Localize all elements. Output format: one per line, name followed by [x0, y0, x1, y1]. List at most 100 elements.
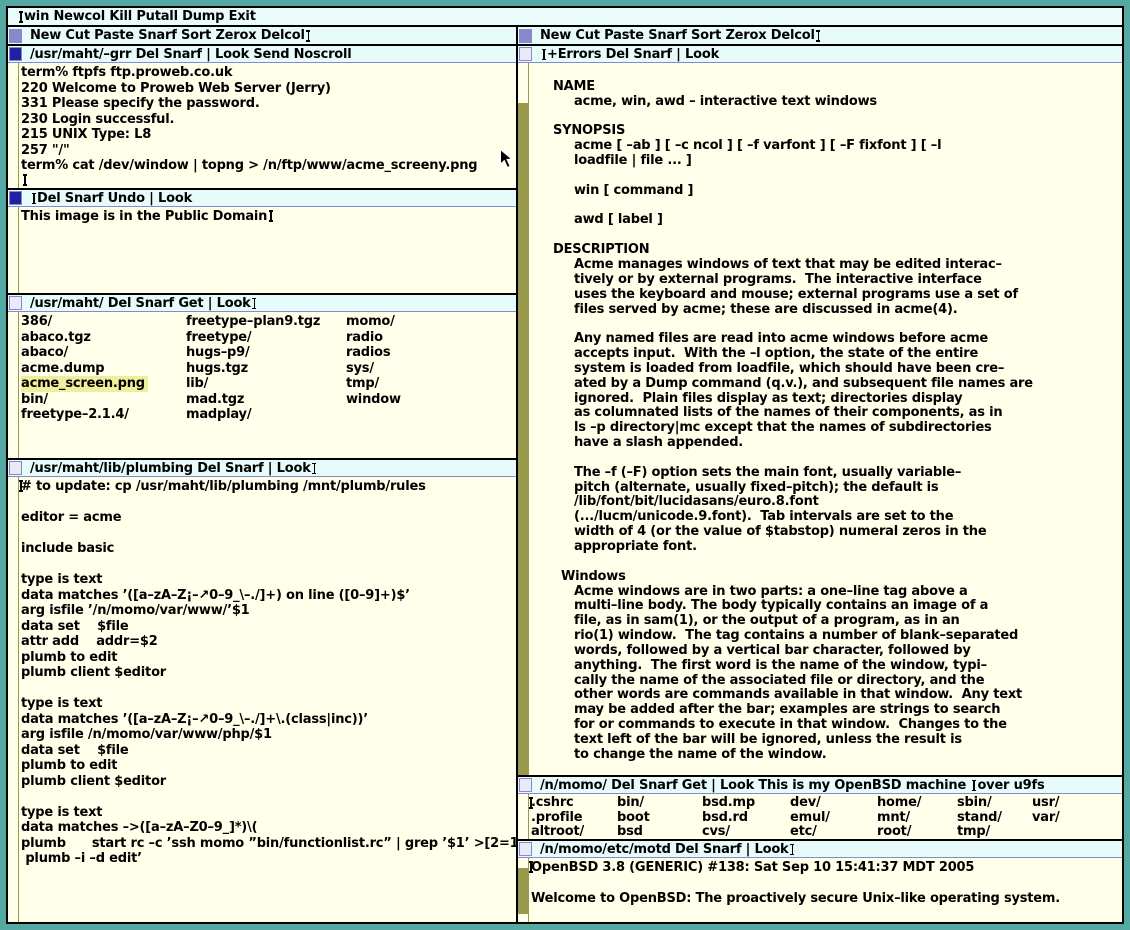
text-line: tmp/ — [346, 376, 401, 392]
window-terminal: /usr/maht/–grr Del Snarf | Look Send Nos… — [8, 44, 516, 188]
text-line: accepts input. With the –l option, the s… — [531, 347, 1122, 362]
acme-screen: win Newcol Kill Putall Dump Exit New Cut… — [0, 0, 1130, 930]
directory-listing[interactable]: 386/abaco.tgzabaco/acme.dumpacme_screen.… — [19, 312, 516, 458]
listing-column[interactable]: bsd.mpbsd.rdcvs/ — [702, 796, 790, 839]
scrollbar[interactable] — [8, 312, 19, 458]
text-line: appropriate font. — [531, 540, 1122, 555]
text-line: acme_screen.png — [21, 376, 148, 392]
plumbing-rules-text[interactable]: # to update: cp /usr/maht/lib/plumbing /… — [19, 477, 516, 922]
tag-text[interactable]: +Errors Del Snarf | Look — [547, 47, 719, 62]
listing-column[interactable]: .cshrc.profilealtroot/ — [531, 796, 617, 839]
scrollbar-thumb[interactable] — [518, 63, 528, 103]
window-public-domain-note: Del Snarf Undo | Look This image is in t… — [8, 188, 516, 293]
listing-column[interactable]: freetype–plan9.tgzfreetype/hugs–p9/hugs.… — [186, 314, 346, 458]
text-line: usr/ — [1032, 796, 1060, 811]
text-caret — [970, 779, 977, 792]
terminal-tag[interactable]: /usr/maht/–grr Del Snarf | Look Send Nos… — [8, 46, 516, 63]
scrollbar[interactable] — [8, 477, 19, 922]
note-text[interactable]: This image is in the Public Domain — [19, 207, 516, 293]
text-line: radio — [346, 330, 401, 346]
text-line: data set $file — [21, 619, 516, 635]
text-line: lib/ — [186, 376, 346, 392]
text-line: as columnated lists of the names of thei… — [531, 406, 1122, 421]
text-line: attr add addr=$2 — [21, 634, 516, 650]
window-errors-manpage: +Errors Del Snarf | Look NAMEacme, win, … — [518, 44, 1122, 775]
text-line: var/ — [1032, 811, 1060, 826]
drag-box-clean[interactable] — [9, 461, 22, 475]
scrollbar[interactable] — [8, 207, 19, 293]
text-line: term% cat /dev/window | topng > /n/ftp/w… — [21, 158, 516, 174]
text-line: acme [ –ab ] [ –c ncol ] [ –f varfont ] … — [531, 139, 1122, 154]
manpage-text[interactable]: NAMEacme, win, awd – interactive text wi… — [529, 63, 1122, 775]
text-line — [531, 65, 1122, 80]
listing-column[interactable]: momo/radioradiossys/tmp/window — [346, 314, 401, 458]
momo-tag[interactable]: /n/momo/ Del Snarf Get | Look This is my… — [518, 777, 1122, 794]
column-drag-box[interactable] — [519, 29, 532, 43]
tag-text[interactable]: Del Snarf Undo | Look — [37, 191, 192, 206]
text-line — [21, 495, 516, 511]
directory-listing[interactable]: .cshrc.profilealtroot/ bin/bootbsd bsd.m… — [529, 794, 1122, 839]
errors-tag[interactable]: +Errors Del Snarf | Look — [518, 46, 1122, 63]
column-commands[interactable]: New Cut Paste Snarf Sort Zerox Delcol — [30, 28, 305, 43]
motd-tag[interactable]: /n/momo/etc/motd Del Snarf | Look — [518, 841, 1122, 858]
text-line: madplay/ — [186, 407, 346, 423]
terminal-output[interactable]: term% ftpfs ftp.proweb.co.uk220 Welcome … — [19, 63, 516, 188]
text-line: The –f (–F) option sets the main font, u… — [531, 466, 1122, 481]
text-line: sys/ — [346, 361, 401, 377]
text-line: radios — [346, 345, 401, 361]
tag-text[interactable]: /usr/maht/–grr Del Snarf | Look Send Nos… — [30, 47, 352, 62]
motd-text[interactable]: OpenBSD 3.8 (GENERIC) #138: Sat Sep 10 1… — [529, 858, 1122, 922]
text-line — [531, 199, 1122, 214]
listing-column[interactable]: home/mnt/root/ — [877, 796, 957, 839]
listing-column[interactable]: bin/bootbsd — [617, 796, 702, 839]
main-menu-tag[interactable]: win Newcol Kill Putall Dump Exit — [8, 8, 1122, 25]
text-line: etc/ — [790, 825, 877, 839]
text-line: pitch (alternate, usually fixed–pitch); … — [531, 481, 1122, 496]
text-line: acme.dump — [21, 361, 186, 377]
drag-box-dirty[interactable] — [9, 191, 22, 205]
columns: New Cut Paste Snarf Sort Zerox Delcol /u… — [8, 25, 1122, 922]
listing-column[interactable]: sbin/stand/tmp/ — [957, 796, 1032, 839]
main-menu-commands[interactable]: win Newcol Kill Putall Dump Exit — [24, 9, 256, 25]
drag-box-clean[interactable] — [519, 842, 532, 856]
text-line: 257 "/" — [21, 143, 516, 159]
text-line: files served by acme; these are discusse… — [531, 303, 1122, 318]
scrollbar[interactable] — [518, 63, 529, 775]
text-line — [531, 555, 1122, 570]
drag-box-clean[interactable] — [519, 47, 532, 61]
plumbing-tag[interactable]: /usr/maht/lib/plumbing Del Snarf | Look — [8, 460, 516, 477]
column-commands[interactable]: New Cut Paste Snarf Sort Zerox Delcol — [540, 28, 815, 43]
tag-text[interactable]: over u9fs — [977, 778, 1044, 793]
text-line: type is text — [21, 805, 516, 821]
text-line — [21, 681, 516, 697]
text-line: NAME — [531, 80, 1122, 95]
column-right: New Cut Paste Snarf Sort Zerox Delcol +E… — [518, 27, 1122, 922]
text-line: system is loaded from loadfile, which sh… — [531, 362, 1122, 377]
tag-text[interactable]: /usr/maht/ Del Snarf Get | Look — [30, 296, 251, 311]
text-line: acme, win, awd – interactive text window… — [531, 95, 1122, 110]
text-line — [21, 526, 516, 542]
text-line: may be added after the bar; examples are… — [531, 703, 1122, 718]
text-line: rio(1) window. The tag contains a number… — [531, 629, 1122, 644]
listing-column[interactable]: 386/abaco.tgzabaco/acme.dumpacme_screen.… — [21, 314, 186, 458]
text-line: plumb start rc –c ’ssh momo ”bin/functio… — [21, 836, 516, 852]
text-line: .profile — [531, 811, 617, 826]
right-column-header-tag[interactable]: New Cut Paste Snarf Sort Zerox Delcol — [518, 27, 1122, 44]
text-line: cvs/ — [702, 825, 790, 839]
left-column-header-tag[interactable]: New Cut Paste Snarf Sort Zerox Delcol — [8, 27, 516, 44]
text-line: other words are commands available in th… — [531, 688, 1122, 703]
listing-tag[interactable]: /usr/maht/ Del Snarf Get | Look — [8, 295, 516, 312]
tag-text[interactable]: /usr/maht/lib/plumbing Del Snarf | Look — [30, 461, 311, 476]
listing-column[interactable]: dev/emul/etc/ — [790, 796, 877, 839]
drag-box-clean[interactable] — [9, 296, 22, 310]
text-line: type is text — [21, 696, 516, 712]
column-drag-box[interactable] — [9, 29, 22, 43]
drag-box-dirty[interactable] — [9, 47, 22, 61]
tag-text[interactable]: /n/momo/etc/motd Del Snarf | Look — [540, 842, 789, 857]
listing-column[interactable]: usr/var/ — [1032, 796, 1060, 839]
note-tag[interactable]: Del Snarf Undo | Look — [8, 190, 516, 207]
drag-box-clean[interactable] — [519, 778, 532, 792]
text-caret — [527, 796, 534, 809]
tag-text[interactable]: /n/momo/ Del Snarf Get | Look This is my… — [540, 778, 970, 793]
scrollbar[interactable] — [8, 63, 19, 188]
